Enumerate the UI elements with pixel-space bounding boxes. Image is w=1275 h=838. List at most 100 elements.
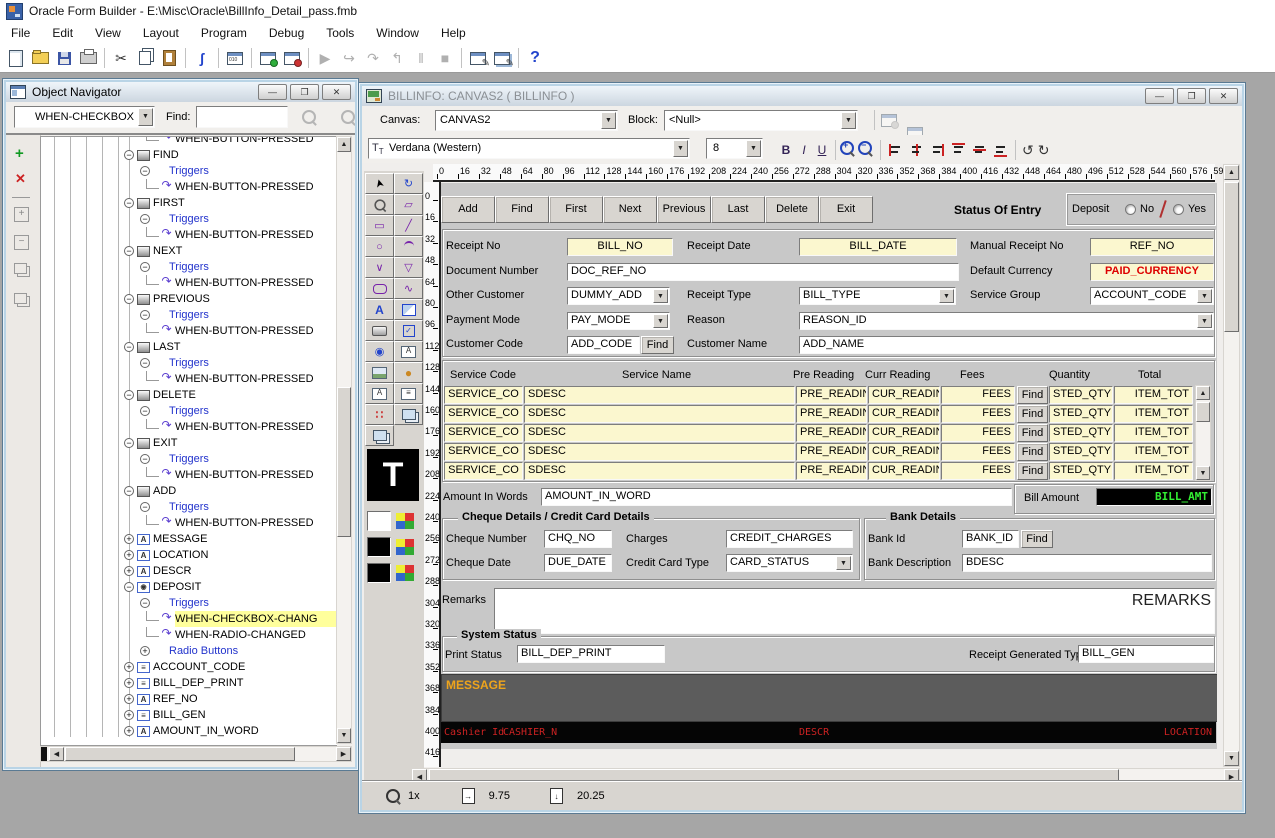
expander-icon[interactable]: − [124, 342, 134, 352]
menu-tools[interactable]: Tools [315, 22, 365, 44]
expander-icon[interactable]: − [140, 262, 150, 272]
document-number-field[interactable]: DOC_REF_NO [567, 263, 959, 281]
charges-field[interactable]: CREDIT_CHARGES [726, 530, 853, 548]
stacked-view-tool-icon[interactable] [365, 425, 394, 446]
total-field[interactable]: ITEM_TOT [1114, 443, 1193, 461]
tree-item-triggers[interactable]: −Triggers [41, 163, 337, 179]
canvas-view-tool-icon[interactable] [394, 404, 423, 425]
step-over-icon[interactable]: ↷ [361, 46, 385, 70]
find-backward-icon[interactable] [341, 110, 355, 124]
restore-button[interactable]: ❐ [290, 84, 319, 100]
rotate-left-icon[interactable]: ↺ [1022, 142, 1034, 159]
reshape-tool-icon[interactable]: ▱ [394, 194, 423, 215]
tree-item-when-button-pressed[interactable]: ↷WHEN-BUTTON-PRESSED [41, 179, 337, 195]
collapse-icon[interactable]: − [14, 235, 29, 250]
deposit-no-radio[interactable] [1125, 204, 1136, 215]
row-find-button[interactable]: Find [1017, 386, 1048, 404]
font-combo[interactable]: TT Verdana (Western) ▼ [368, 138, 690, 159]
curr-reading-field[interactable]: CUR_READIN [868, 405, 940, 423]
font-size-combo[interactable]: 8 ▼ [706, 138, 763, 159]
expander-icon[interactable]: − [124, 246, 134, 256]
rotate-right-icon[interactable]: ↻ [1038, 142, 1050, 159]
italic-button[interactable]: I [795, 143, 813, 157]
menu-window[interactable]: Window [365, 22, 430, 44]
customer-code-field[interactable]: ADD_CODE [567, 336, 640, 354]
scroll-up-icon[interactable]: ▲ [1224, 165, 1239, 180]
tree-item-triggers[interactable]: −Triggers [41, 211, 337, 227]
canvas-vscrollbar[interactable]: ▲ ▼ [1223, 164, 1240, 767]
next-button[interactable]: Next [603, 196, 657, 223]
expander-icon[interactable]: + [140, 646, 150, 656]
minimize-button[interactable]: — [1145, 88, 1174, 104]
print-status-field[interactable]: BILL_DEP_PRINT [517, 645, 665, 663]
row-find-button[interactable]: Find [1017, 462, 1048, 480]
tree-item-next[interactable]: −NEXT [41, 243, 337, 259]
expander-icon[interactable]: + [124, 662, 134, 672]
expander-icon[interactable]: − [140, 454, 150, 464]
text-color-icon[interactable] [396, 565, 414, 581]
delete-icon[interactable]: ✕ [15, 171, 26, 187]
chevron-down-icon[interactable]: ▼ [138, 108, 153, 126]
push-button-tool-icon[interactable] [365, 320, 394, 341]
tree-item-add[interactable]: −ADD [41, 483, 337, 499]
scroll-left-icon[interactable]: ◀ [49, 747, 64, 761]
align-bottom-icon[interactable] [993, 143, 1008, 157]
last-button[interactable]: Last [711, 196, 765, 223]
tree-item-deposit[interactable]: −◉DEPOSIT [41, 579, 337, 595]
check-box-tool-icon[interactable]: ✓ [394, 320, 423, 341]
tree-item-radio-buttons[interactable]: +Radio Buttons [41, 643, 337, 659]
scroll-up-icon[interactable]: ▲ [337, 137, 351, 152]
remarks-field[interactable]: REMARKS [494, 588, 1215, 634]
tree-item-location[interactable]: +ALOCATION [41, 547, 337, 563]
bill-amount-field[interactable]: BILL_AMT [1096, 488, 1212, 506]
magnify-tool-icon[interactable] [365, 194, 394, 215]
help-icon[interactable]: ? [523, 46, 547, 70]
scroll-thumb[interactable] [1224, 182, 1239, 332]
chevron-down-icon[interactable]: ▼ [746, 140, 761, 157]
close-button[interactable]: ✕ [1209, 88, 1238, 104]
expander-icon[interactable]: + [124, 534, 134, 544]
delete-button[interactable]: Delete [765, 196, 819, 223]
scroll-thumb[interactable] [65, 747, 295, 761]
pre-reading-field[interactable]: PRE_READIN [796, 424, 867, 442]
pre-reading-field[interactable]: PRE_READIN [796, 443, 867, 461]
zoom-in-icon[interactable]: + [840, 141, 858, 159]
expander-icon[interactable]: − [140, 166, 150, 176]
fill-color-well[interactable] [367, 511, 391, 531]
debug-console-icon[interactable] [256, 46, 280, 70]
canvas-combo[interactable]: CANVAS2 ▼ [435, 110, 618, 131]
chevron-down-icon[interactable]: ▼ [1197, 314, 1212, 328]
receipt-date-field[interactable]: BILL_DATE [799, 238, 957, 256]
amount-in-words-field[interactable]: AMOUNT_IN_WORD [541, 488, 1012, 506]
tree-item-exit[interactable]: −EXIT [41, 435, 337, 451]
tree-item-bill-dep-print[interactable]: +≡BILL_DEP_PRINT [41, 675, 337, 691]
tree-item-bill-gen[interactable]: +≡BILL_GEN [41, 707, 337, 723]
expander-icon[interactable]: − [124, 582, 134, 592]
fees-field[interactable]: FEES [941, 386, 1015, 404]
paste-icon[interactable] [157, 46, 181, 70]
underline-button[interactable]: U [813, 143, 831, 157]
step-out-icon[interactable]: ↰ [385, 46, 409, 70]
new-icon[interactable] [4, 46, 28, 70]
expander-icon[interactable]: − [140, 310, 150, 320]
tree-item-delete[interactable]: −DELETE [41, 387, 337, 403]
total-field[interactable]: ITEM_TOT [1114, 405, 1193, 423]
total-field[interactable]: ITEM_TOT [1114, 462, 1193, 480]
service-code-field[interactable]: SERVICE_CO [444, 424, 523, 442]
tree-item-last[interactable]: −LAST [41, 339, 337, 355]
service-name-field[interactable]: SDESC [524, 386, 795, 404]
expander-icon[interactable]: − [140, 598, 150, 608]
tree-item-triggers[interactable]: −Triggers [41, 259, 337, 275]
tree-item-when-button-pressed[interactable]: ↷WHEN-BUTTON-PRESSED [41, 136, 337, 147]
chevron-down-icon[interactable]: ▼ [673, 140, 688, 157]
deposit-yes-radio[interactable] [1173, 204, 1184, 215]
text-tool-icon[interactable]: A [365, 299, 394, 320]
sound-item-tool-icon[interactable]: ● [394, 362, 423, 383]
bold-button[interactable]: B [777, 143, 795, 157]
find-input[interactable] [196, 106, 288, 128]
tree-item-descr[interactable]: +ADESCR [41, 563, 337, 579]
curr-reading-field[interactable]: CUR_READIN [868, 462, 940, 480]
tree-item-ref-no[interactable]: +AREF_NO [41, 691, 337, 707]
fees-field[interactable]: FEES [941, 405, 1015, 423]
menu-program[interactable]: Program [190, 22, 258, 44]
